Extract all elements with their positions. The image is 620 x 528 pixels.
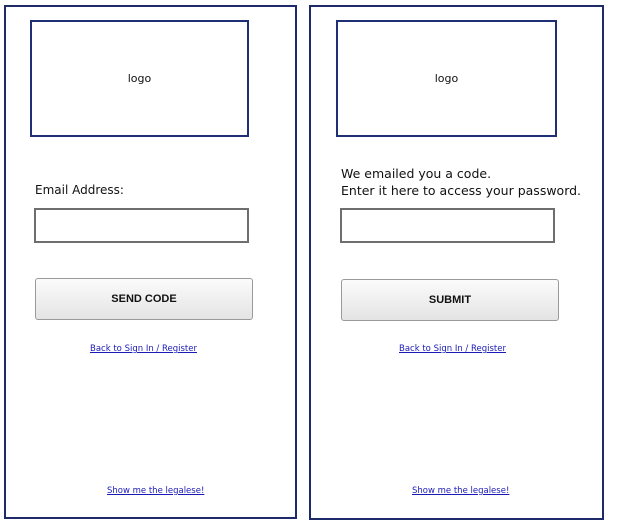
back-to-sign-in-link[interactable]: Back to Sign In / Register: [399, 344, 506, 354]
email-address-label: Email Address:: [35, 183, 124, 197]
send-code-button[interactable]: SEND CODE: [35, 278, 253, 320]
message-line-1: We emailed you a code.: [341, 166, 492, 181]
logo-text: logo: [434, 72, 459, 85]
message-line-2: Enter it here to access your password.: [341, 183, 582, 198]
email-field[interactable]: [34, 208, 249, 243]
submit-button[interactable]: SUBMIT: [341, 279, 559, 321]
code-field[interactable]: [340, 208, 555, 243]
logo-placeholder: logo: [336, 20, 557, 137]
send-code-screen: logo Email Address: SEND CODE Back to Si…: [4, 5, 297, 519]
logo-placeholder: logo: [30, 20, 249, 137]
show-legalese-link[interactable]: Show me the legalese!: [412, 486, 509, 496]
back-to-sign-in-link[interactable]: Back to Sign In / Register: [90, 344, 197, 354]
logo-text: logo: [127, 72, 152, 85]
code-sent-message: We emailed you a code. Enter it here to …: [341, 165, 581, 199]
enter-code-screen: logo We emailed you a code. Enter it her…: [309, 5, 604, 520]
show-legalese-link[interactable]: Show me the legalese!: [107, 486, 204, 496]
